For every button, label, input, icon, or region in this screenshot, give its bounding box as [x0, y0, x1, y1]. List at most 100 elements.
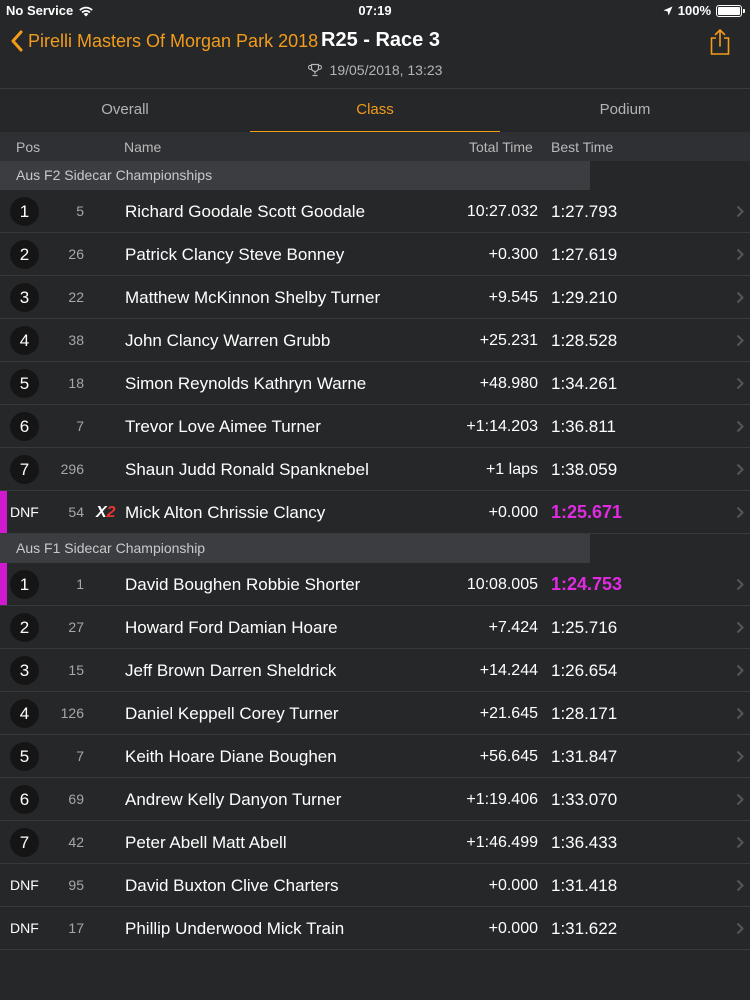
- best-time: 1:38.059: [551, 460, 618, 479]
- rider-names: Shaun Judd Ronald Spanknebel: [125, 460, 369, 479]
- tab-podium[interactable]: Podium: [500, 89, 750, 133]
- position-badge: 2: [10, 240, 39, 269]
- result-row[interactable]: 5 7 Keith Hoare Diane Boughen +56.645 1:31.8…: [0, 735, 750, 778]
- result-row[interactable]: 7 296 Shaun Judd Ronald Spanknebel +1 laps 1…: [0, 448, 750, 491]
- chevron-right-icon: [736, 334, 744, 347]
- race-number: 7: [76, 748, 84, 764]
- result-row[interactable]: 4 126 Daniel Keppell Corey Turner +21.645 1:…: [0, 692, 750, 735]
- trophy-icon: [307, 63, 322, 77]
- race-number: 27: [68, 619, 84, 635]
- result-row[interactable]: 3 22 Matthew McKinnon Shelby Turner +9.545 1…: [0, 276, 750, 319]
- class-group-header: Aus F2 Sidecar Championships: [0, 161, 590, 190]
- rider-names: David Buxton Clive Charters: [125, 876, 339, 895]
- rider-names: Jeff Brown Darren Sheldrick: [125, 661, 337, 680]
- position-badge: 4: [10, 699, 39, 728]
- chevron-right-icon: [736, 291, 744, 304]
- best-time: 1:27.793: [551, 202, 618, 221]
- result-row[interactable]: 7 42 Peter Abell Matt Abell +1:46.499 1:36.4…: [0, 821, 750, 864]
- chevron-right-icon: [736, 205, 744, 218]
- column-headers: Pos Name Total Time Best Time: [0, 132, 750, 161]
- total-time: +9.545: [488, 289, 538, 306]
- race-number: 69: [68, 791, 84, 807]
- chevron-right-icon: [736, 248, 744, 261]
- fastest-lap-marker: [0, 491, 7, 533]
- result-row[interactable]: 1 1 David Boughen Robbie Shorter 10:08.005 1…: [0, 563, 750, 606]
- result-row[interactable]: 2 27 Howard Ford Damian Hoare +7.424 1:25.71…: [0, 606, 750, 649]
- position-badge: 7: [10, 828, 39, 857]
- location-arrow-icon: [663, 6, 673, 15]
- column-header-total-time: Total Time: [469, 139, 533, 155]
- rider-names: Peter Abell Matt Abell: [125, 833, 287, 852]
- chevron-right-icon: [736, 621, 744, 634]
- share-icon[interactable]: [708, 28, 732, 56]
- chevron-right-icon: [736, 750, 744, 763]
- total-time: +0.300: [488, 246, 538, 263]
- result-row[interactable]: 2 26 Patrick Clancy Steve Bonney +0.300 1:27…: [0, 233, 750, 276]
- fastest-lap-marker: [0, 563, 7, 605]
- chevron-right-icon: [736, 836, 744, 849]
- battery-percent: 100%: [677, 3, 711, 18]
- result-row[interactable]: DNF 17 Phillip Underwood Mick Train +0.000 1…: [0, 907, 750, 950]
- total-time: +1:46.499: [466, 834, 538, 851]
- results-tabs: Overall Class Podium: [0, 88, 750, 133]
- best-time: 1:36.811: [551, 417, 616, 436]
- best-time: 1:31.847: [551, 747, 618, 766]
- position-badge: 7: [10, 455, 39, 484]
- total-time: +0.000: [488, 504, 538, 521]
- result-row[interactable]: 1 5 Richard Goodale Scott Goodale 10:27.032…: [0, 190, 750, 233]
- total-time: +48.980: [479, 375, 538, 392]
- rider-names: Keith Hoare Diane Boughen: [125, 747, 337, 766]
- rider-names: Trevor Love Aimee Turner: [125, 417, 321, 436]
- race-number: 38: [68, 332, 84, 348]
- best-time: 1:25.716: [551, 618, 618, 637]
- penalty-mark: X: [96, 504, 107, 521]
- best-time: 1:31.622: [551, 919, 618, 938]
- total-time: +1:19.406: [466, 791, 538, 808]
- position-badge: 5: [10, 369, 39, 398]
- result-row[interactable]: 5 18 Simon Reynolds Kathryn Warne +48.980 1:…: [0, 362, 750, 405]
- back-button[interactable]: Pirelli Masters Of Morgan Park 2018: [10, 30, 318, 52]
- total-time: +1 laps: [485, 461, 538, 478]
- result-row[interactable]: DNF 95 David Buxton Clive Charters +0.000 1:…: [0, 864, 750, 907]
- chevron-right-icon: [736, 879, 744, 892]
- rider-names: Andrew Kelly Danyon Turner: [125, 790, 342, 809]
- best-time: 1:28.528: [551, 331, 618, 350]
- rider-names: John Clancy Warren Grubb: [125, 331, 331, 350]
- chevron-right-icon: [736, 707, 744, 720]
- result-row[interactable]: 4 38 John Clancy Warren Grubb +25.231 1:28.5…: [0, 319, 750, 362]
- position-badge: 3: [10, 283, 39, 312]
- best-time: 1:33.070: [551, 790, 618, 809]
- result-row[interactable]: 3 15 Jeff Brown Darren Sheldrick +14.244 1:2…: [0, 649, 750, 692]
- chevron-right-icon: [736, 420, 744, 433]
- chevron-right-icon: [736, 578, 744, 591]
- position-badge: DNF: [10, 504, 39, 520]
- class-group-header: Aus F1 Sidecar Championship: [0, 534, 590, 563]
- total-time: +0.000: [488, 877, 538, 894]
- navigation-bar: Pirelli Masters Of Morgan Park 2018 R25 …: [0, 22, 750, 88]
- chevron-left-icon: [11, 30, 23, 52]
- penalty-count: 2: [106, 504, 116, 521]
- position-badge: 1: [10, 570, 39, 599]
- status-bar: No Service 07:19 100%: [0, 0, 750, 22]
- position-badge: DNF: [10, 920, 39, 936]
- rider-names: Richard Goodale Scott Goodale: [125, 202, 366, 221]
- race-number: 296: [60, 461, 84, 477]
- best-time: 1:36.433: [551, 833, 618, 852]
- chevron-right-icon: [736, 463, 744, 476]
- race-number: 7: [76, 418, 84, 434]
- rider-names: Phillip Underwood Mick Train: [125, 919, 345, 938]
- best-time: 1:26.654: [551, 661, 618, 680]
- rider-names: Simon Reynolds Kathryn Warne: [125, 374, 367, 393]
- tab-class[interactable]: Class: [250, 89, 500, 133]
- rider-names: Mick Alton Chrissie Clancy: [125, 503, 326, 522]
- result-row[interactable]: 6 69 Andrew Kelly Danyon Turner +1:19.406 1:…: [0, 778, 750, 821]
- result-row[interactable]: 6 7 Trevor Love Aimee Turner +1:14.203 1:36.…: [0, 405, 750, 448]
- back-button-label: Pirelli Masters Of Morgan Park 2018: [28, 30, 319, 51]
- result-row[interactable]: DNF 54 X2 Mick Alton Chrissie Clancy +0.000 1…: [0, 491, 750, 534]
- best-time: 1:28.171: [551, 704, 618, 723]
- tab-overall[interactable]: Overall: [0, 89, 250, 133]
- chevron-right-icon: [736, 377, 744, 390]
- race-number: 126: [60, 705, 84, 721]
- chevron-right-icon: [736, 922, 744, 935]
- position-badge: 1: [10, 197, 39, 226]
